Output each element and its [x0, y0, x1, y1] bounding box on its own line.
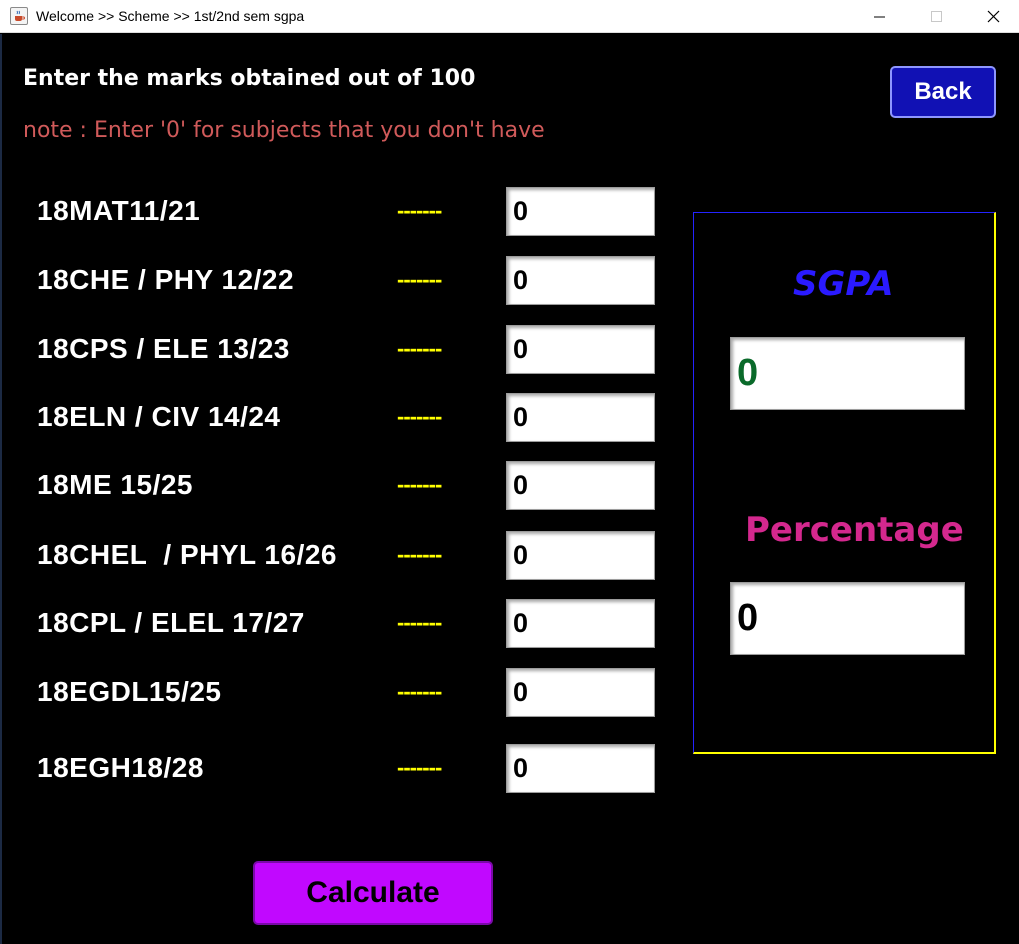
- subject-row: 18ELN / CIV 14/24 -------: [0, 392, 680, 442]
- subject-row: 18CHEL / PHYL 16/26 -------: [0, 530, 680, 580]
- percentage-value-field: 0: [730, 582, 965, 655]
- mark-input[interactable]: [506, 531, 655, 580]
- subject-code: 18MAT11/21: [37, 195, 201, 226]
- row-separator: -------: [397, 267, 442, 292]
- percentage-label: Percentage: [745, 510, 964, 550]
- subject-row: 18CHE / PHY 12/22 -------: [0, 255, 680, 305]
- subject-row: 18ME 15/25 -------: [0, 460, 680, 510]
- row-separator: -------: [397, 755, 442, 780]
- mark-input[interactable]: [506, 187, 655, 236]
- subject-code: 18CPS / ELE 13/23: [37, 333, 290, 364]
- sgpa-label: SGPA: [793, 264, 894, 304]
- mark-input[interactable]: [506, 325, 655, 374]
- window-titlebar: Welcome >> Scheme >> 1st/2nd sem sgpa: [0, 0, 1019, 33]
- subject-code: 18EGH18/28: [37, 752, 204, 783]
- subject-row: 18EGDL15/25 -------: [0, 667, 680, 717]
- instruction-heading: Enter the marks obtained out of 100: [23, 66, 476, 91]
- mark-input[interactable]: [506, 599, 655, 648]
- close-button[interactable]: [971, 0, 1017, 33]
- back-button[interactable]: Back: [890, 66, 996, 118]
- close-icon: [987, 10, 1000, 23]
- row-separator: -------: [397, 404, 442, 429]
- mark-input[interactable]: [506, 668, 655, 717]
- mark-input[interactable]: [506, 393, 655, 442]
- minimize-button[interactable]: [857, 0, 903, 33]
- row-separator: -------: [397, 610, 442, 635]
- sgpa-value-field: 0: [730, 337, 965, 410]
- row-separator: -------: [397, 336, 442, 361]
- mark-input[interactable]: [506, 744, 655, 793]
- row-separator: -------: [397, 542, 442, 567]
- subject-code: 18CPL / ELEL 17/27: [37, 607, 305, 638]
- mark-input[interactable]: [506, 256, 655, 305]
- subject-row: 18CPS / ELE 13/23 -------: [0, 324, 680, 374]
- subject-code: 18ME 15/25: [37, 469, 193, 500]
- mark-input[interactable]: [506, 461, 655, 510]
- minimize-icon: [874, 16, 885, 18]
- subject-row: 18EGH18/28 -------: [0, 743, 680, 793]
- subject-code: 18CHE / PHY 12/22: [37, 264, 295, 295]
- instruction-note: note : Enter '0' for subjects that you d…: [23, 118, 545, 143]
- maximize-icon: [931, 11, 942, 22]
- subject-code: 18CHEL / PHYL 16/26: [37, 539, 337, 570]
- maximize-button[interactable]: [914, 0, 960, 33]
- row-separator: -------: [397, 198, 442, 223]
- row-separator: -------: [397, 472, 442, 497]
- calculate-button[interactable]: Calculate: [253, 861, 493, 925]
- subject-code: 18EGDL15/25: [37, 676, 222, 707]
- subject-code: 18ELN / CIV 14/24: [37, 401, 281, 432]
- subject-row: 18CPL / ELEL 17/27 -------: [0, 598, 680, 648]
- row-separator: -------: [397, 679, 442, 704]
- subject-row: 18MAT11/21 -------: [0, 186, 680, 236]
- java-cup-icon: [10, 7, 28, 25]
- window-title: Welcome >> Scheme >> 1st/2nd sem sgpa: [36, 8, 305, 24]
